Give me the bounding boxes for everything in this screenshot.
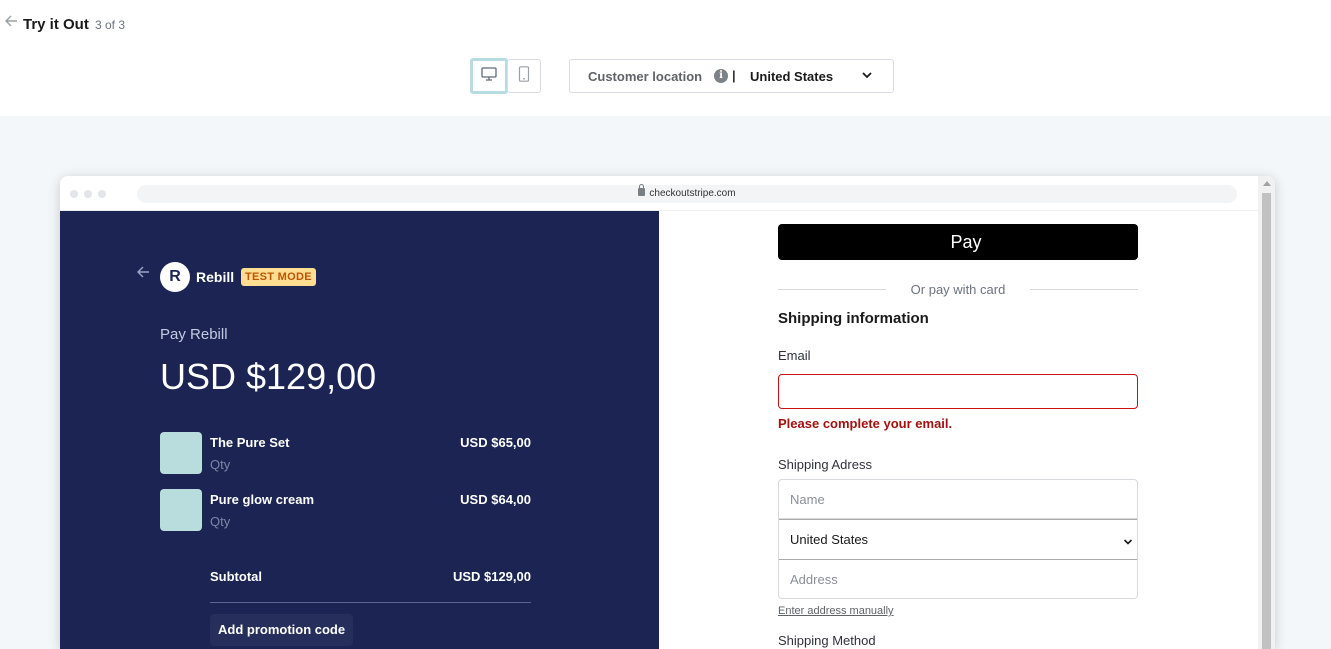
shipping-address-label: Shipping Adress (778, 457, 872, 472)
location-separator: | (732, 68, 736, 83)
product-price: USD $64,00 (460, 492, 531, 507)
subtotal-label: Subtotal (210, 569, 262, 584)
pay-button-label: Pay (950, 232, 982, 252)
pay-label: Pay Rebill (160, 326, 228, 343)
page-title: Try it Out (23, 16, 89, 33)
url-text: checkoutstripe.com (649, 188, 736, 199)
line-item: Pure glow cream Qty USD $64,00 (160, 489, 532, 533)
chevron-down-icon (860, 68, 874, 82)
shipping-information-title: Shipping information (778, 310, 929, 327)
customer-location-select[interactable]: Customer location i | United States (569, 59, 894, 93)
customer-location-label: Customer location (588, 69, 703, 84)
product-name: The Pure Set (210, 435, 290, 450)
browser-frame: checkoutstripe.com R Rebill TEST MODE Pa… (60, 176, 1275, 649)
mobile-view-button[interactable] (507, 59, 541, 93)
customer-location-value: United States (750, 69, 834, 84)
apple-pay-button[interactable]: Pay (778, 224, 1138, 260)
product-thumbnail (160, 489, 202, 531)
product-thumbnail (160, 432, 202, 474)
chevron-down-icon (1123, 534, 1133, 545)
browser-bar: checkoutstripe.com (60, 176, 1275, 211)
scroll-up-arrow-icon[interactable] (1263, 181, 1271, 186)
email-label: Email (778, 348, 811, 363)
line-item: The Pure Set Qty USD $65,00 (160, 432, 532, 476)
mobile-icon (518, 65, 530, 87)
total-amount: USD $129,00 (160, 356, 377, 397)
info-icon[interactable]: i (714, 69, 728, 83)
divider (210, 602, 531, 603)
product-price: USD $65,00 (460, 435, 531, 450)
back-arrow-icon[interactable] (4, 14, 20, 32)
email-input[interactable] (778, 374, 1138, 409)
address-input[interactable] (779, 560, 1137, 599)
desktop-view-button[interactable] (470, 58, 508, 94)
window-dot (70, 190, 78, 198)
back-arrow-icon[interactable] (136, 265, 150, 283)
or-pay-with-card-text: Or pay with card (910, 282, 1006, 297)
email-error: Please complete your email. (778, 416, 953, 431)
product-qty: Qty (210, 457, 231, 472)
scrollbar-thumb[interactable] (1262, 193, 1271, 649)
lock-icon (638, 184, 646, 196)
subtotal-value: USD $129,00 (452, 569, 531, 584)
test-mode-badge: TEST MODE (241, 268, 316, 286)
url-bar[interactable]: checkoutstripe.com (137, 184, 1237, 203)
product-name: Pure glow cream (210, 492, 315, 507)
desktop-icon (481, 66, 497, 86)
step-counter: 3 of 3 (95, 18, 126, 32)
order-summary-panel: R Rebill TEST MODE Pay Rebill USD $129,0… (60, 211, 659, 649)
merchant-logo: R (160, 262, 190, 292)
scrollbar[interactable] (1258, 176, 1275, 649)
country-value: United States (790, 532, 869, 547)
add-promotion-code-button[interactable]: Add promotion code (210, 614, 354, 646)
name-input[interactable] (779, 480, 1137, 519)
apple-icon (934, 234, 948, 250)
product-qty: Qty (210, 514, 231, 529)
window-dot (98, 190, 106, 198)
top-bar: Try it Out 3 of 3 Customer location i | … (0, 0, 1331, 116)
shipping-address-group: United States (778, 479, 1138, 599)
country-select[interactable]: United States (779, 519, 1137, 560)
merchant-name: Rebill (196, 269, 235, 285)
shipping-method-label: Shipping Method (778, 633, 876, 648)
enter-address-manually-link[interactable]: Enter address manually (778, 605, 894, 617)
window-dot (84, 190, 92, 198)
payment-form-panel: Pay Or pay with card Shipping informatio… (659, 211, 1258, 649)
